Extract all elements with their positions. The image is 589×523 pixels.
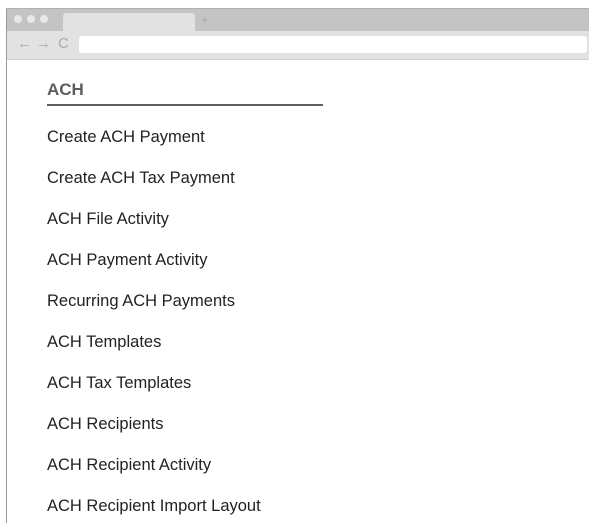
menu-item-create-ach-tax-payment[interactable]: Create ACH Tax Payment: [47, 169, 261, 210]
section-title-ach: ACH: [47, 80, 323, 106]
menu-item-ach-recipients[interactable]: ACH Recipients: [47, 415, 261, 456]
browser-titlebar: +: [7, 9, 589, 31]
back-arrow-icon[interactable]: ←: [17, 35, 32, 53]
window-minimize-dot-icon[interactable]: [27, 15, 35, 23]
window-maximize-dot-icon[interactable]: [40, 15, 48, 23]
menu-item-ach-templates[interactable]: ACH Templates: [47, 333, 261, 374]
menu-item-create-ach-payment[interactable]: Create ACH Payment: [47, 128, 261, 169]
browser-toolbar: ← → C: [7, 31, 589, 60]
page-content: ACH Create ACH Payment Create ACH Tax Pa…: [7, 60, 589, 523]
menu-item-recurring-ach-payments[interactable]: Recurring ACH Payments: [47, 292, 261, 333]
window-close-dot-icon[interactable]: [14, 15, 22, 23]
menu-item-ach-payment-activity[interactable]: ACH Payment Activity: [47, 251, 261, 292]
address-bar[interactable]: [79, 36, 587, 53]
menu-item-ach-tax-templates[interactable]: ACH Tax Templates: [47, 374, 261, 415]
menu-item-ach-recipient-activity[interactable]: ACH Recipient Activity: [47, 456, 261, 497]
browser-window: + ← → C ACH Create ACH Payment Create AC…: [6, 8, 589, 523]
browser-tab[interactable]: [63, 13, 195, 31]
menu-item-ach-file-activity[interactable]: ACH File Activity: [47, 210, 261, 251]
ach-menu: Create ACH Payment Create ACH Tax Paymen…: [47, 128, 261, 523]
new-tab-icon[interactable]: +: [201, 12, 209, 28]
menu-item-ach-recipient-import-layout[interactable]: ACH Recipient Import Layout: [47, 497, 261, 523]
forward-arrow-icon[interactable]: →: [36, 35, 51, 53]
reload-icon[interactable]: C: [58, 35, 69, 53]
